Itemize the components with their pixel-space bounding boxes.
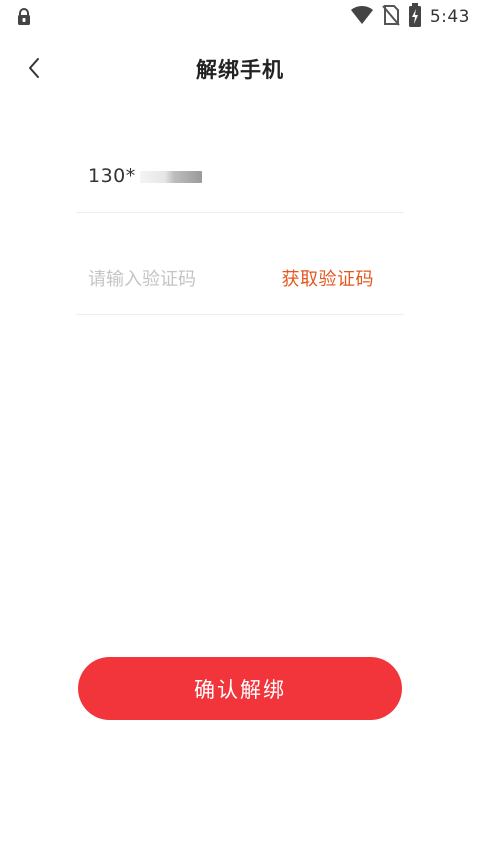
verification-code-input[interactable] xyxy=(88,268,268,290)
confirm-unbind-button[interactable]: 确认解绑 xyxy=(78,657,402,720)
status-time: 5:43 xyxy=(429,7,470,27)
phone-number-row: 130* xyxy=(76,140,404,213)
status-bar: 5:43 xyxy=(0,0,480,34)
no-sim-icon xyxy=(382,4,400,30)
unbind-phone-screen: 5:43 解绑手机 130* 获取验证码 确认解绑 xyxy=(0,0,480,854)
lock-icon xyxy=(16,8,32,26)
status-icons: 5:43 xyxy=(350,3,470,31)
verification-code-row: 获取验证码 xyxy=(76,244,404,315)
header: 解绑手机 xyxy=(0,40,480,100)
page-title: 解绑手机 xyxy=(196,58,284,82)
get-code-button[interactable]: 获取验证码 xyxy=(282,265,375,291)
phone-number-text: 130* xyxy=(88,165,202,187)
phone-number-prefix: 130* xyxy=(88,165,136,187)
phone-number-mask xyxy=(139,170,202,183)
wifi-icon xyxy=(350,5,374,29)
battery-charging-icon xyxy=(408,3,422,31)
